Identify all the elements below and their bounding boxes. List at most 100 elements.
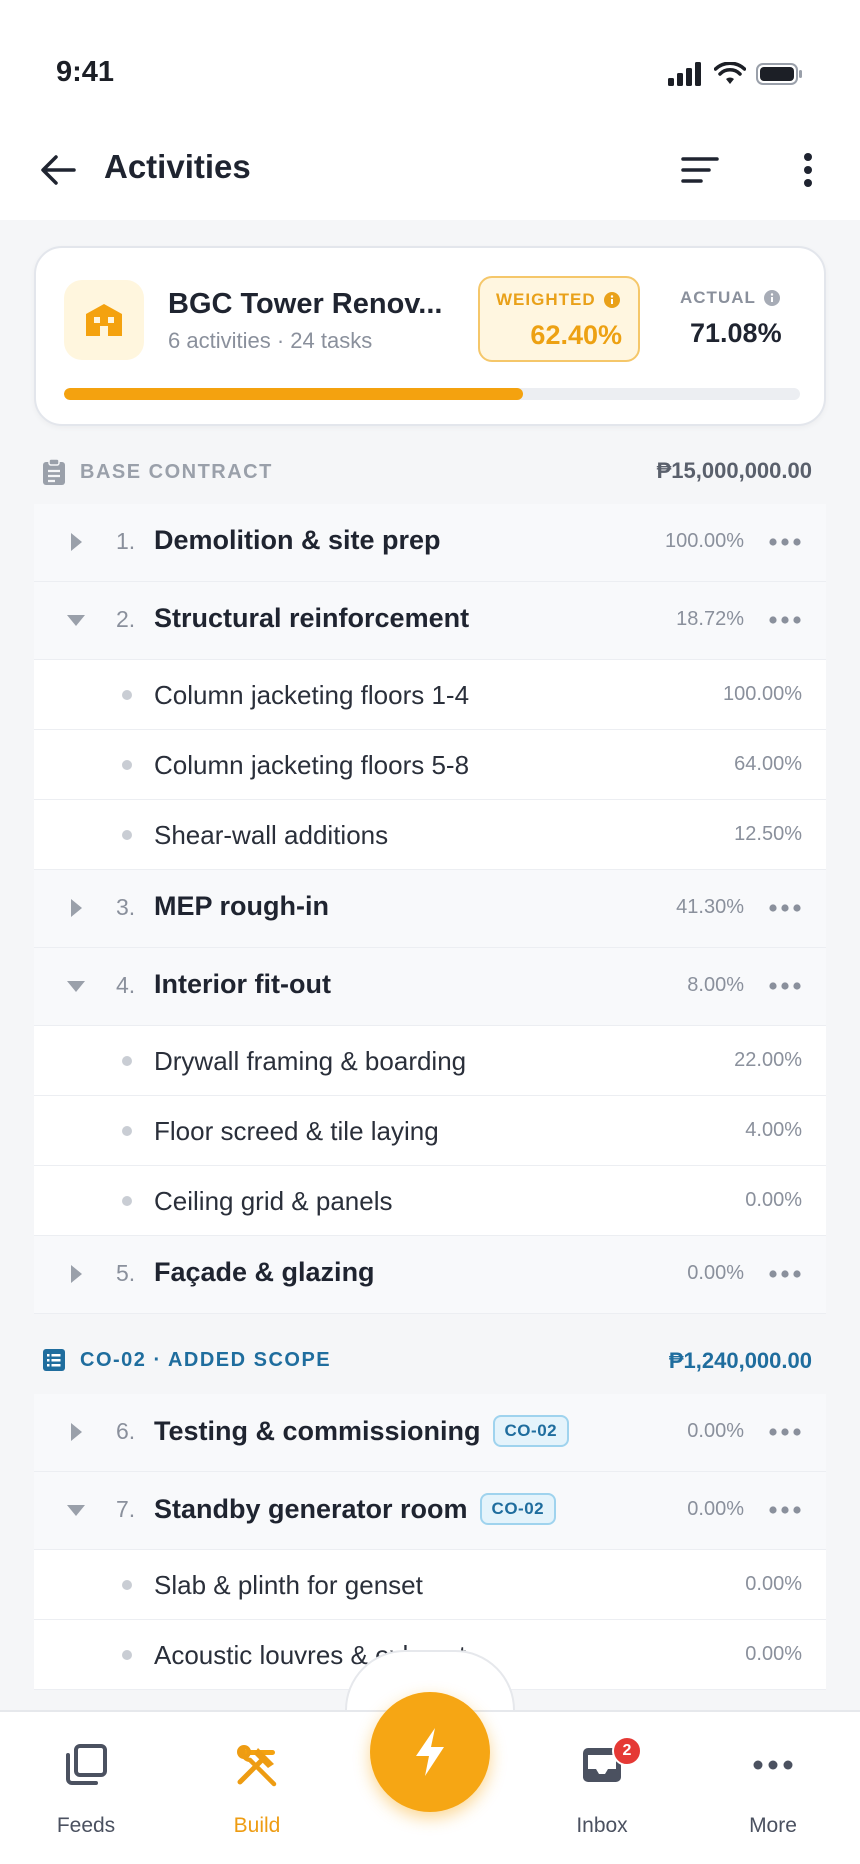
horizontal-dots-icon [769,616,801,624]
caret-down-icon [67,1505,85,1516]
activity-percent: 18.72% [676,608,744,630]
project-progress-fill [64,388,524,400]
task-row[interactable]: Column jacketing floors 5-8 64.00% [34,730,826,800]
section-header-base-contract: BASE CONTRACT ₱15,000,000.00 [34,444,826,500]
back-button[interactable] [30,142,86,198]
section-label: BASE CONTRACT [80,460,273,483]
project-icon [64,280,144,360]
task-bullet [122,1196,132,1206]
activity-name: Testing & commissioning CO-02 [154,1415,570,1447]
nav-label: More [749,1814,797,1837]
actual-value: 71.08% [690,318,782,348]
activity-row-6[interactable]: 6. Testing & commissioning CO-02 0.00% [34,1394,826,1472]
section-amount: ₱15,000,000.00 [656,458,812,483]
task-name: Column jacketing floors 1-4 [154,680,470,710]
battery-icon [756,63,802,85]
expand-caret-button[interactable] [62,606,90,634]
expand-caret-button[interactable] [62,1260,90,1288]
activity-row-1[interactable]: 1. Demolition & site prep 100.00% [34,504,826,582]
task-row[interactable]: Slab & plinth for genset 0.00% [34,1550,826,1620]
weighted-value: 62.40% [530,320,622,350]
activity-options-button[interactable] [762,966,808,1006]
nav-item-inbox[interactable]: 2 Inbox [542,1730,662,1860]
caret-right-icon [71,1265,82,1283]
clipboard-icon [43,458,65,485]
task-bullet [122,690,132,700]
nav-icon-wrap [753,1730,793,1800]
nav-item-more[interactable]: More [713,1730,833,1860]
activity-options-button[interactable] [762,600,808,640]
task-name: Drywall framing & boarding [154,1046,467,1076]
task-row[interactable]: Shear-wall additions 12.50% [34,800,826,870]
nav-item-feeds[interactable]: Feeds [26,1730,146,1860]
expand-caret-button[interactable] [62,1418,90,1446]
activity-name-text: MEP rough-in [154,891,329,921]
task-name: Ceiling grid & panels [154,1186,393,1216]
activity-name-text: Demolition & site prep [154,525,441,555]
activity-options-button[interactable] [762,1412,808,1452]
horizontal-dots-icon [769,982,801,990]
caret-down-icon [67,615,85,626]
activity-row-5[interactable]: 5. Façade & glazing 0.00% [34,1236,826,1314]
section-header-co-02: CO-02 · ADDED SCOPE ₱1,240,000.00 [34,1334,826,1390]
activity-row-3[interactable]: 3. MEP rough-in 41.30% [34,870,826,948]
page-title: Activities [104,148,251,185]
activity-options-button[interactable] [762,888,808,928]
activity-name-text: Standby generator room [154,1493,468,1524]
activity-options-button[interactable] [762,1254,808,1294]
activity-row-4[interactable]: 4. Interior fit-out 8.00% [34,948,826,1026]
nav-icon-wrap [64,1730,108,1800]
task-row[interactable]: Floor screed & tile laying 4.00% [34,1096,826,1166]
activity-number: 4. [116,972,136,998]
activity-number: 5. [116,1260,136,1286]
task-name: Shear-wall additions [154,820,389,850]
inbox-count-badge: 2 [612,1736,642,1766]
task-percent: 0.00% [745,1189,802,1211]
activities-screen: 9:41 Activities BGC Tower Renov... 6 act… [0,0,860,1864]
project-name: BGC Tower Renov... [168,288,443,320]
expand-caret-button[interactable] [62,528,90,556]
overflow-menu-button[interactable] [782,144,834,196]
expand-caret-button[interactable] [62,972,90,1000]
task-percent: 4.00% [745,1119,802,1141]
task-bullet [122,1126,132,1136]
task-row[interactable]: Ceiling grid & panels 0.00% [34,1166,826,1236]
nav-item-build[interactable]: Build [197,1730,317,1860]
more-icon [753,1760,793,1770]
activity-name: Standby generator room CO-02 [154,1493,557,1525]
task-bullet [122,1056,132,1066]
sort-button[interactable] [674,144,726,196]
task-bullet [122,760,132,770]
weighted-progress-box: WEIGHTED 62.40% [478,276,640,362]
task-row[interactable]: Column jacketing floors 1-4 100.00% [34,660,826,730]
info-icon[interactable] [763,290,780,306]
activity-percent: 0.00% [687,1420,744,1442]
activity-percent: 100.00% [665,530,744,552]
horizontal-dots-icon [769,1506,801,1514]
expand-caret-button[interactable] [62,1496,90,1524]
weighted-label: WEIGHTED [496,290,596,309]
nav-label: Build [233,1814,281,1837]
activity-name-text: Structural reinforcement [154,603,470,633]
caret-right-icon [71,899,82,917]
task-row[interactable]: Drywall framing & boarding 22.00% [34,1026,826,1096]
horizontal-dots-icon [769,1428,801,1436]
expand-caret-button[interactable] [62,894,90,922]
activity-options-button[interactable] [762,1490,808,1530]
build-icon [237,1745,277,1787]
quick-action-button[interactable] [370,1692,490,1812]
building-icon [86,304,122,336]
vertical-dots-icon [804,153,812,187]
activity-number: 7. [116,1496,136,1522]
activity-row-7[interactable]: 7. Standby generator room CO-02 0.00% [34,1472,826,1550]
activity-row-2[interactable]: 2. Structural reinforcement 18.72% [34,582,826,660]
info-icon[interactable] [603,292,620,308]
activity-name: MEP rough-in [154,891,329,922]
nav-icon-wrap [234,1730,280,1800]
task-percent: 12.50% [734,823,802,845]
horizontal-dots-icon [769,904,801,912]
activity-options-button[interactable] [762,522,808,562]
project-summary-card[interactable]: BGC Tower Renov... 6 activities · 24 tas… [34,246,826,426]
activity-name-text: Façade & glazing [154,1257,375,1287]
section-label: CO-02 · ADDED SCOPE [80,1348,332,1371]
